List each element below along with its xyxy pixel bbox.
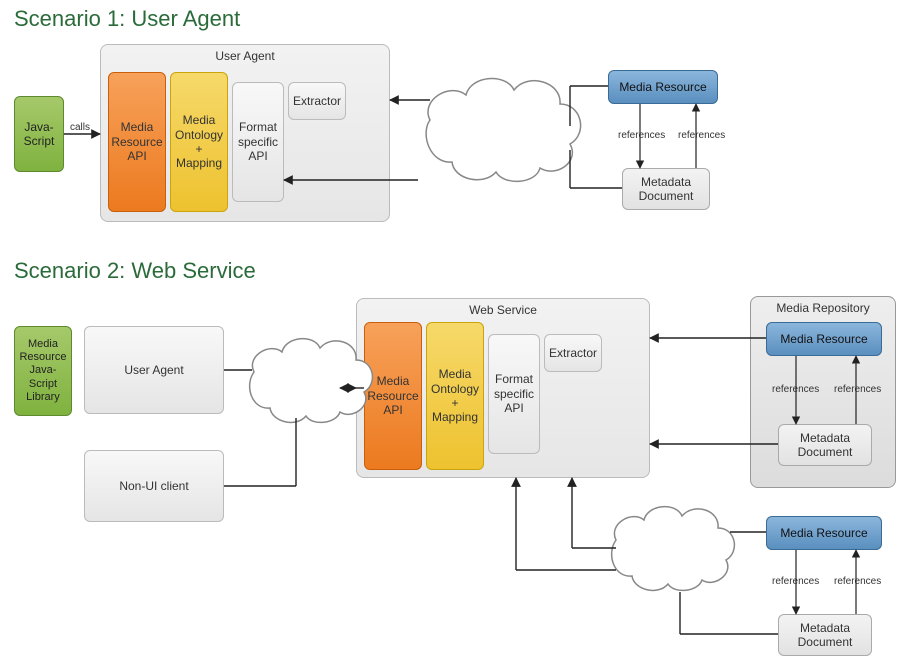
media-resource-api-s1: Media Resource API [108,72,166,212]
refs-s1-left: references [618,130,665,141]
refs-s2a-left: references [772,384,819,395]
media-ontology-mapping-s1: Media Ontology + Mapping [170,72,228,212]
media-resource-s2-repo: Media Resource [766,322,882,356]
user-agent-label: User Agent [101,49,389,63]
refs-s2a-right: references [834,384,881,395]
cloud-s2b [612,507,735,591]
media-resource-js-library: Media Resource Java- Script Library [14,326,72,416]
metadata-document-s2-ext: Metadata Document [778,614,872,656]
media-resource-api-s2: Media Resource API [364,322,422,470]
extractor-s2: Extractor [544,334,602,372]
media-resource-s2-ext: Media Resource [766,516,882,550]
refs-s1-right: references [678,130,725,141]
scenario2-title: Scenario 2: Web Service [14,258,256,284]
media-ontology-mapping-s2: Media Ontology + Mapping [426,322,484,470]
refs-s2b-left: references [772,576,819,587]
javascript-box: Java- Script [14,96,64,172]
non-ui-client: Non-UI client [84,450,224,522]
format-specific-api-s1: Format specific API [232,82,284,202]
metadata-document-s2-repo: Metadata Document [778,424,872,466]
refs-s2b-right: references [834,576,881,587]
user-agent-box-s2: User Agent [84,326,224,414]
media-repository-label: Media Repository [751,301,895,315]
calls-label: calls [70,122,90,133]
metadata-document-s1: Metadata Document [622,168,710,210]
cloud-s1 [426,79,580,182]
cloud-s2a [250,339,373,423]
extractor-s1: Extractor [288,82,346,120]
format-specific-api-s2: Format specific API [488,334,540,454]
web-service-label: Web Service [357,303,649,317]
media-resource-s1: Media Resource [608,70,718,104]
scenario1-title: Scenario 1: User Agent [14,6,240,32]
